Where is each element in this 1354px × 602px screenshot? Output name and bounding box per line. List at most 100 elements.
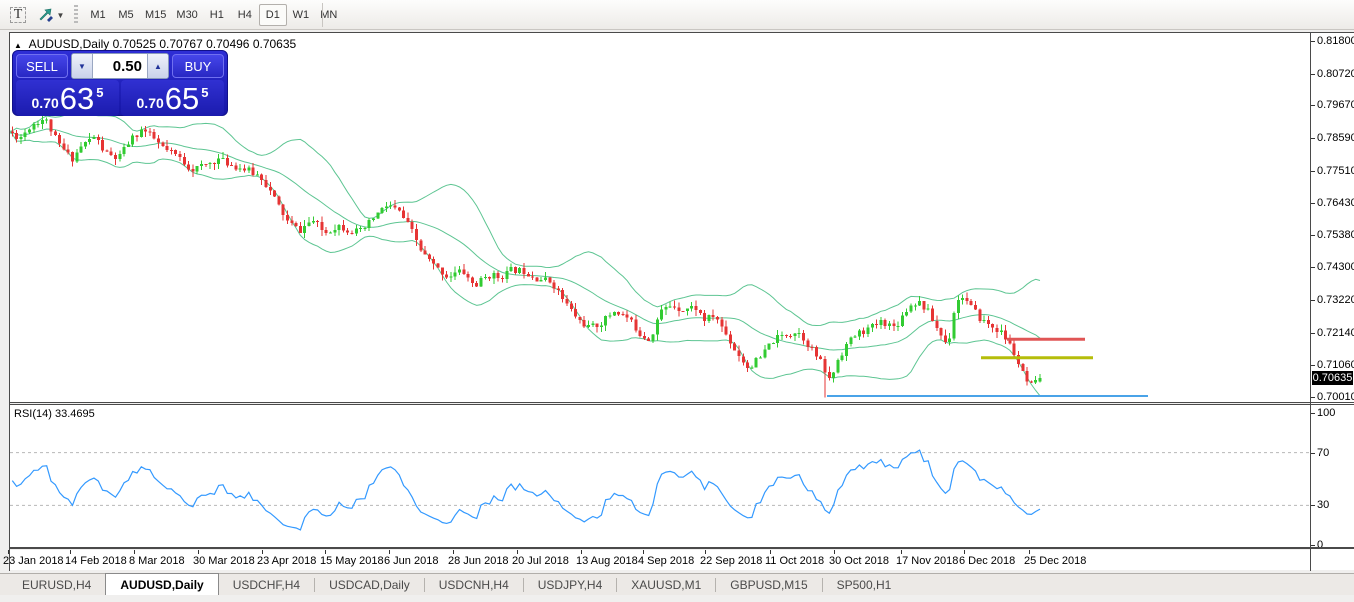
chart-top-border xyxy=(9,32,1354,33)
volume-decrease-button[interactable]: ▼ xyxy=(72,54,93,78)
price-tick-label: 0.72140 xyxy=(1317,327,1354,339)
rsi-tick xyxy=(1311,413,1315,414)
date-tick xyxy=(325,550,326,554)
pane-splitter-2[interactable] xyxy=(9,404,1354,405)
rsi-line xyxy=(12,450,1040,530)
rsi-indicator-pane[interactable] xyxy=(10,405,1310,547)
timeframe-button-w1[interactable]: W1 xyxy=(287,4,315,26)
timeframe-toolbar: M1M5M15M30H1H4D1W1MN xyxy=(84,4,343,26)
price-tick-label: 0.81800 xyxy=(1317,35,1354,47)
chevron-down-icon: ▼ xyxy=(57,11,65,20)
buy-price-sup: 5 xyxy=(201,85,208,100)
chart-tab-xauusd-m1[interactable]: XAUUSD,M1 xyxy=(617,574,715,595)
chart-tab-gbpusd-m15[interactable]: GBPUSD,M15 xyxy=(716,574,821,595)
volume-stepper: ▼ 0.50 ▲ xyxy=(71,53,169,79)
date-tick-label: 11 Oct 2018 xyxy=(765,555,824,567)
date-tick xyxy=(964,550,965,554)
price-tick-label: 0.77510 xyxy=(1317,165,1354,177)
chart-tab-bar: EURUSD,H4AUDUSD,DailyUSDCHF,H4USDCAD,Dai… xyxy=(0,573,1354,595)
date-tick xyxy=(581,550,582,554)
price-tick xyxy=(1311,397,1315,398)
price-tick-label: 0.71060 xyxy=(1317,359,1354,371)
price-tick-label: 0.80720 xyxy=(1317,68,1354,80)
date-tick-label: 20 Jul 2018 xyxy=(512,555,569,567)
date-tick-label: 14 Feb 2018 xyxy=(65,555,127,567)
date-tick-label: 22 Sep 2018 xyxy=(700,555,762,567)
chart-tab-usdjpy-h4[interactable]: USDJPY,H4 xyxy=(524,574,616,595)
price-tick-label: 0.74300 xyxy=(1317,261,1354,273)
price-tick xyxy=(1311,267,1315,268)
buy-button[interactable]: BUY xyxy=(172,54,224,78)
price-axis[interactable]: 0.818000.807200.796700.785900.775100.764… xyxy=(1311,33,1354,570)
price-tick-label: 0.79670 xyxy=(1317,99,1354,111)
date-tick xyxy=(70,550,71,554)
date-tick xyxy=(643,550,644,554)
date-tick xyxy=(1029,550,1030,554)
bollinger-band-upper xyxy=(10,112,1040,325)
text-tool-button[interactable]: T xyxy=(6,4,30,26)
chart-tab-usdcad-daily[interactable]: USDCAD,Daily xyxy=(315,574,424,595)
date-tick-label: 23 Apr 2018 xyxy=(257,555,316,567)
sell-button[interactable]: SELL xyxy=(16,54,68,78)
ohlc-close: 0.70635 xyxy=(253,37,296,51)
date-tick-label: 6 Jun 2018 xyxy=(384,555,438,567)
status-bar xyxy=(0,595,1354,602)
timeframe-button-m15[interactable]: M15 xyxy=(140,4,171,26)
date-tick-label: 25 Dec 2018 xyxy=(1024,555,1086,567)
text-tool-icon: T xyxy=(10,7,26,23)
chart-tab-audusd-daily[interactable]: AUDUSD,Daily xyxy=(105,573,218,595)
timeframe-button-h4[interactable]: H4 xyxy=(231,4,259,26)
date-tick-label: 13 Aug 2018 xyxy=(576,555,638,567)
volume-value[interactable]: 0.50 xyxy=(93,54,147,78)
date-tick xyxy=(705,550,706,554)
date-tick xyxy=(517,550,518,554)
price-tick-label: 0.73220 xyxy=(1317,294,1354,306)
chart-tab-usdchf-h4[interactable]: USDCHF,H4 xyxy=(219,574,314,595)
date-tick-label: 6 Dec 2018 xyxy=(959,555,1015,567)
date-tick-label: 17 Nov 2018 xyxy=(896,555,958,567)
date-tick-label: 30 Oct 2018 xyxy=(829,555,889,567)
chart-tab-eurusd-h4[interactable]: EURUSD,H4 xyxy=(8,574,105,595)
date-tick xyxy=(389,550,390,554)
chart-tab-usdcnh-h4[interactable]: USDCNH,H4 xyxy=(425,574,523,595)
bollinger-band-lower xyxy=(10,132,1040,396)
ohlc-open: 0.70525 xyxy=(113,37,156,51)
toolbar-grip[interactable] xyxy=(74,5,78,25)
chart-tab-sp500-h1[interactable]: SP500,H1 xyxy=(823,574,906,595)
toolbar-separator xyxy=(322,3,323,27)
date-tick-label: 15 May 2018 xyxy=(320,555,384,567)
chart-title: ▲ AUDUSD,Daily 0.70525 0.70767 0.70496 0… xyxy=(14,37,296,51)
timeframe-button-mn[interactable]: MN xyxy=(315,4,343,26)
price-tick xyxy=(1311,171,1315,172)
date-tick-label: 30 Mar 2018 xyxy=(193,555,255,567)
buy-price-button[interactable]: 0.70 65 5 xyxy=(121,80,224,116)
price-tick-label: 0.78590 xyxy=(1317,132,1354,144)
rsi-tick-label: 70 xyxy=(1317,447,1329,459)
price-tick xyxy=(1311,365,1315,366)
date-tick xyxy=(834,550,835,554)
collapse-arrow-icon[interactable]: ▲ xyxy=(14,41,22,50)
candles xyxy=(10,115,1042,398)
sell-price-button[interactable]: 0.70 63 5 xyxy=(16,80,119,116)
price-tick xyxy=(1311,41,1315,42)
objects-tool-button[interactable]: ▼ xyxy=(34,4,68,26)
timeframe-button-m30[interactable]: M30 xyxy=(171,4,202,26)
price-tick xyxy=(1311,333,1315,334)
rsi-label: RSI(14) 33.4695 xyxy=(14,408,95,420)
objects-tool-icon xyxy=(38,8,54,22)
sell-price-prefix: 0.70 xyxy=(32,95,59,111)
volume-increase-button[interactable]: ▲ xyxy=(147,54,168,78)
price-tick xyxy=(1311,138,1315,139)
timeframe-button-m5[interactable]: M5 xyxy=(112,4,140,26)
rsi-tick xyxy=(1311,505,1315,506)
current-price-badge: 0.70635 xyxy=(1312,371,1353,385)
buy-price-prefix: 0.70 xyxy=(137,95,164,111)
price-tick xyxy=(1311,203,1315,204)
pane-splitter[interactable] xyxy=(9,402,1354,403)
time-axis[interactable]: 23 Jan 201814 Feb 20188 Mar 201830 Mar 2… xyxy=(10,550,1310,570)
timeframe-button-d1[interactable]: D1 xyxy=(259,4,287,26)
timeframe-button-h1[interactable]: H1 xyxy=(203,4,231,26)
date-tick xyxy=(453,550,454,554)
price-tick-label: 0.75380 xyxy=(1317,229,1354,241)
timeframe-button-m1[interactable]: M1 xyxy=(84,4,112,26)
